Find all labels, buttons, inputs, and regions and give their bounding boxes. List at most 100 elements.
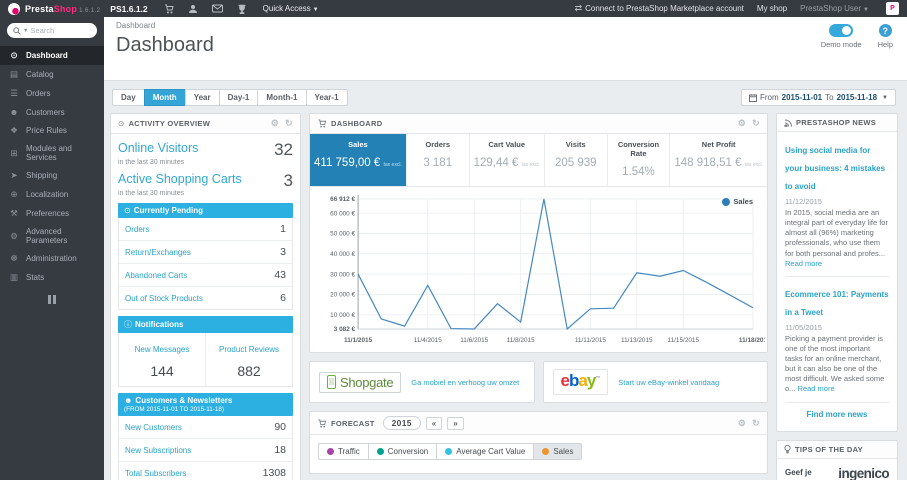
- notifications-header: ⓘ Notifications: [118, 316, 293, 333]
- out-of-stock-link[interactable]: Out of Stock Products: [125, 294, 203, 303]
- read-more-link[interactable]: Read more: [785, 259, 822, 268]
- new-customers-link[interactable]: New Customers: [125, 423, 182, 432]
- conversion-series-button[interactable]: Conversion: [367, 443, 438, 460]
- marketplace-connect-link[interactable]: ⇄ Connect to PrestaShop Marketplace accou…: [575, 3, 744, 14]
- panel-header: PRESTASHOP NEWS: [777, 114, 897, 132]
- svg-text:11/6/2015: 11/6/2015: [460, 337, 488, 344]
- svg-text:11/11/2015: 11/11/2015: [575, 337, 607, 344]
- bar-chart-icon: ▥: [9, 272, 19, 282]
- ebay-logo: ebay™: [552, 369, 609, 395]
- online-visitors-link[interactable]: Online Visitors: [118, 141, 198, 155]
- sidebar-item-price-rules[interactable]: ❖ Price Rules: [0, 121, 104, 140]
- customer-icon[interactable]: [188, 4, 198, 14]
- sidebar-item-label: Stats: [26, 273, 45, 282]
- returns-link[interactable]: Return/Exchanges: [125, 248, 191, 257]
- sidebar-item-localization[interactable]: ⊕ Localization: [0, 185, 104, 204]
- gear-icon[interactable]: ⚙: [738, 418, 746, 429]
- help-icon[interactable]: ?: [878, 24, 892, 37]
- new-messages-link[interactable]: New Messages: [135, 345, 190, 354]
- article-date: 11/12/2015: [785, 197, 822, 206]
- sales-series-button[interactable]: Sales: [533, 443, 583, 460]
- active-carts-link[interactable]: Active Shopping Carts: [118, 172, 242, 186]
- user-avatar[interactable]: P: [886, 2, 899, 15]
- forecast-body: Traffic Conversion Average Cart Value Sa…: [310, 435, 767, 473]
- kpi-visits[interactable]: Visits 205 939: [545, 134, 608, 186]
- module-promos: Shopgate Ga mobiel en verhoog uw omzet e…: [309, 361, 768, 403]
- kpi-cart-value[interactable]: Cart Value 129,44 € tax excl.: [470, 134, 545, 186]
- sidebar-item-stats[interactable]: ▥ Stats: [0, 268, 104, 287]
- new-subscriptions-link[interactable]: New Subscriptions: [125, 446, 191, 455]
- sidebar-item-catalog[interactable]: ▤ Catalog: [0, 65, 104, 84]
- range-month-button[interactable]: Month: [143, 89, 186, 106]
- kpi-sales[interactable]: Sales 411 759,00 € tax excl.: [310, 134, 407, 186]
- traffic-series-button[interactable]: Traffic: [318, 443, 369, 460]
- customers-table: New Customers 90 New Subscriptions 18 Tota…: [118, 416, 293, 480]
- sidebar-item-label: Customers: [26, 107, 65, 117]
- next-year-button[interactable]: »: [447, 416, 464, 430]
- truck-icon: ➤: [10, 170, 18, 180]
- read-more-link[interactable]: Read more: [798, 384, 835, 393]
- range-year-button[interactable]: Year: [184, 89, 220, 106]
- my-shop-link[interactable]: My shop: [757, 4, 787, 13]
- chart-canvas: 66 912 € 60 000 € 50 000 € 40 000 € 30 000 €…: [330, 195, 767, 344]
- refresh-icon[interactable]: ↻: [285, 118, 293, 129]
- article-title-link[interactable]: Using social media for your business: 4 …: [785, 146, 885, 191]
- topbar-icons: [164, 4, 247, 14]
- table-row: Return/Exchanges 3: [119, 241, 292, 264]
- total-subscribers-link[interactable]: Total Subscribers: [125, 469, 186, 478]
- messages-icon[interactable]: [211, 4, 223, 13]
- orders-link[interactable]: Orders: [125, 225, 149, 234]
- sidebar-item-advanced-parameters[interactable]: ⚙ Advanced Parameters: [0, 223, 104, 249]
- range-month-1-button[interactable]: Month-1: [257, 89, 307, 106]
- chart-legend: Sales: [722, 197, 753, 206]
- sidebar-item-shipping[interactable]: ➤ Shipping: [0, 166, 104, 185]
- date-range-picker[interactable]: From 2015-11-01 To 2015-11-18 ▼: [740, 89, 896, 106]
- clock-icon: ⊙: [118, 119, 125, 128]
- range-day-button[interactable]: Day: [112, 89, 145, 106]
- demo-mode-toggle[interactable]: [829, 24, 854, 37]
- kpi-net-profit[interactable]: Net Profit 148 918,51 € tax excl.: [670, 134, 767, 186]
- user-menu[interactable]: PrestaShop User ▼: [800, 4, 869, 13]
- article-title-link[interactable]: Ecommerce 101: Payments in a Tweet: [785, 290, 889, 317]
- panel-title: PRESTASHOP NEWS: [796, 118, 877, 127]
- ebay-link[interactable]: Start uw eBay-winkel vandaag: [618, 378, 719, 387]
- shopgate-link[interactable]: Ga mobiel en verhoog uw omzet: [411, 378, 519, 387]
- new-messages-value: 144: [150, 363, 174, 379]
- kpi-conversion-rate[interactable]: Conversion Rate 1.54%: [608, 134, 671, 186]
- panel-controls: ⚙ ↻: [738, 118, 760, 129]
- search-input[interactable]: [30, 26, 83, 35]
- sidebar-item-label: Administration: [26, 254, 77, 263]
- chevron-down-icon[interactable]: ▼: [23, 28, 28, 34]
- sidebar-item-orders[interactable]: ☰ Orders: [0, 84, 104, 103]
- gear-icon[interactable]: ⚙: [271, 118, 279, 129]
- product-reviews-link[interactable]: Product Reviews: [219, 345, 279, 354]
- header-controls: Demo mode ? Help: [821, 24, 893, 49]
- trophy-icon[interactable]: [237, 4, 247, 14]
- sidebar-collapse-button[interactable]: [0, 295, 104, 304]
- average-cart-value-series-button[interactable]: Average Cart Value: [436, 443, 535, 460]
- sidebar-item-customers[interactable]: ☻ Customers: [0, 103, 104, 121]
- range-day-1-button[interactable]: Day-1: [218, 89, 259, 106]
- sidebar-search[interactable]: ▼: [7, 23, 97, 38]
- previous-year-button[interactable]: «: [425, 416, 443, 430]
- find-more-news-link[interactable]: Find more news: [785, 410, 889, 419]
- abandoned-carts-link[interactable]: Abandoned Carts: [125, 271, 187, 280]
- sidebar-item-dashboard[interactable]: ⊙ Dashboard: [0, 46, 104, 65]
- prestashop-admin: PrestaShop 1.6.1.2 PS1.6.1.2 Quick Access…: [0, 0, 907, 480]
- panel-title: FORECAST: [331, 418, 375, 428]
- cart-icon[interactable]: [164, 4, 174, 14]
- rss-icon: [784, 118, 792, 127]
- range-year-1-button[interactable]: Year-1: [305, 89, 348, 106]
- gear-icon[interactable]: ⚙: [738, 118, 746, 129]
- sidebar-item-preferences[interactable]: ⚒ Preferences: [0, 204, 104, 223]
- sidebar-item-administration[interactable]: ☸ Administration: [0, 249, 104, 268]
- breadcrumb[interactable]: Dashboard: [116, 21, 895, 30]
- sidebar-item-modules[interactable]: ⊞ Modules and Services: [0, 140, 104, 166]
- kpi-row: Sales 411 759,00 € tax excl. Orders 3 181 …: [310, 134, 767, 187]
- panel-header: DASHBOARD ⚙ ↻: [310, 114, 767, 134]
- chevron-down-icon: ▼: [312, 7, 319, 13]
- refresh-icon[interactable]: ↻: [752, 418, 760, 429]
- refresh-icon[interactable]: ↻: [752, 118, 760, 129]
- kpi-orders[interactable]: Orders 3 181: [407, 134, 470, 186]
- quick-access-menu[interactable]: Quick Access ▼: [263, 4, 319, 13]
